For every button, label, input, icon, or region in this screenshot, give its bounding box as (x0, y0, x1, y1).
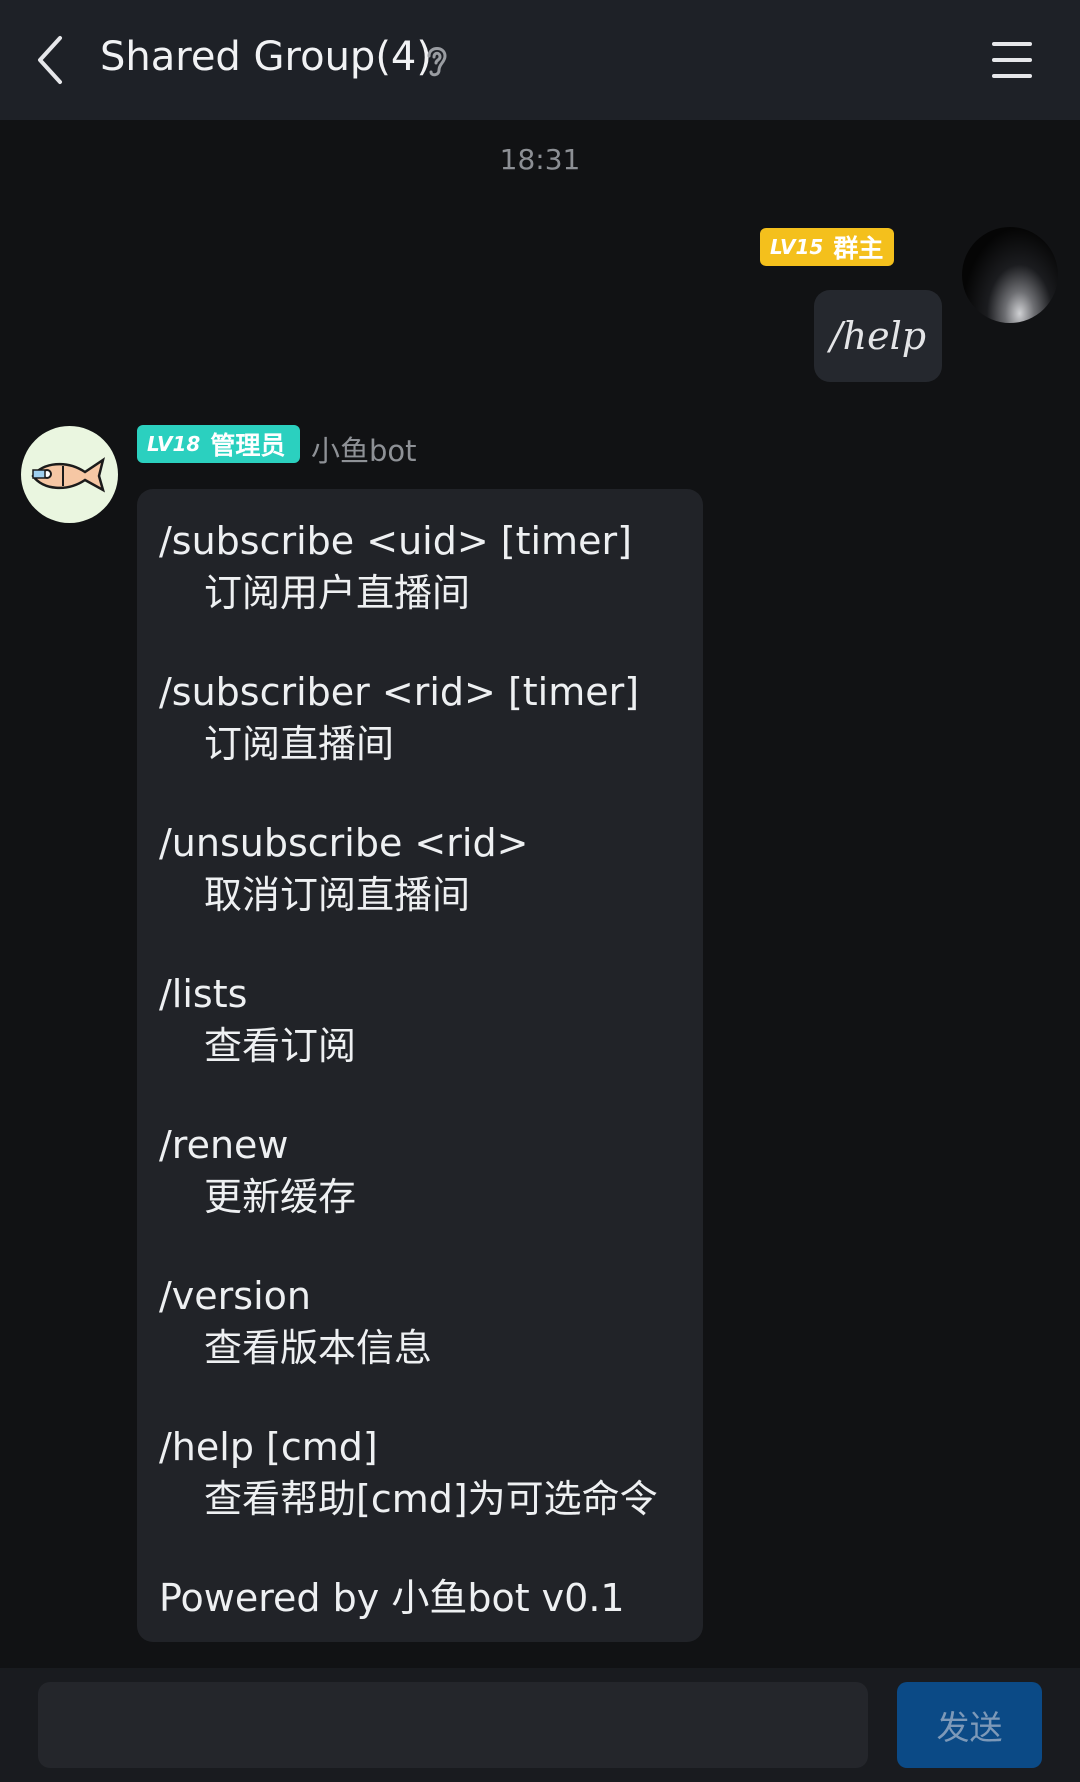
my-message-bubble[interactable]: /help (814, 290, 942, 382)
command-item: /subscribe <uid> [timer] 订阅用户直播间 (159, 515, 681, 619)
command-item: /unsubscribe <rid> 取消订阅直播间 (159, 817, 681, 921)
command-description: 查看版本信息 (204, 1326, 433, 1370)
message-input[interactable] (38, 1682, 868, 1768)
fish-icon (31, 457, 106, 493)
command-description: 取消订阅直播间 (204, 873, 471, 917)
command-text: /unsubscribe <rid> (159, 821, 529, 865)
command-item: /lists 查看订阅 (159, 968, 681, 1072)
command-text: /subscribe <uid> [timer] (159, 519, 632, 563)
bot-message-bubble[interactable]: /subscribe <uid> [timer] 订阅用户直播间 /subscr… (137, 489, 703, 1642)
ear-icon[interactable] (421, 40, 453, 80)
command-description: 订阅直播间 (204, 722, 395, 766)
hamburger-menu-icon (992, 42, 1032, 78)
command-text: /renew (159, 1123, 289, 1167)
chat-header: Shared Group(4) (0, 0, 1080, 120)
command-text: /lists (159, 972, 248, 1016)
avatar[interactable] (962, 227, 1058, 323)
page-title[interactable]: Shared Group(4) (100, 34, 432, 80)
command-description: 订阅用户直播间 (204, 571, 471, 615)
command-item: /version 查看版本信息 (159, 1270, 681, 1374)
menu-button[interactable] (988, 38, 1036, 82)
sender-name[interactable]: 小鱼bot (311, 428, 417, 470)
command-description: 查看订阅 (204, 1024, 357, 1068)
command-text: /version (159, 1274, 311, 1318)
level-badge-owner: LV15 群主 (760, 228, 894, 266)
powered-by-text: Powered by 小鱼bot v0.1 (159, 1576, 625, 1620)
input-bar: 发送 (0, 1668, 1080, 1782)
command-text: /help [cmd] (159, 1425, 378, 1469)
command-text: /subscriber <rid> [timer] (159, 670, 640, 714)
badge-role: 管理员 (210, 431, 286, 460)
level-badge-admin: LV18 管理员 (137, 425, 300, 463)
command-item: /help [cmd] 查看帮助[cmd]为可选命令 (159, 1421, 681, 1525)
command-item: /renew 更新缓存 (159, 1119, 681, 1223)
command-description: 更新缓存 (204, 1175, 357, 1219)
chevron-left-icon (38, 36, 62, 84)
message-timestamp: 18:31 (499, 143, 581, 176)
command-item: /subscriber <rid> [timer] 订阅直播间 (159, 666, 681, 770)
badge-level: LV15 (770, 235, 824, 259)
back-button[interactable] (30, 28, 74, 92)
send-button[interactable]: 发送 (897, 1682, 1042, 1768)
badge-role: 群主 (833, 234, 884, 263)
bot-avatar[interactable] (21, 426, 118, 523)
command-description: 查看帮助[cmd]为可选命令 (204, 1477, 658, 1521)
badge-level: LV18 (147, 432, 201, 456)
